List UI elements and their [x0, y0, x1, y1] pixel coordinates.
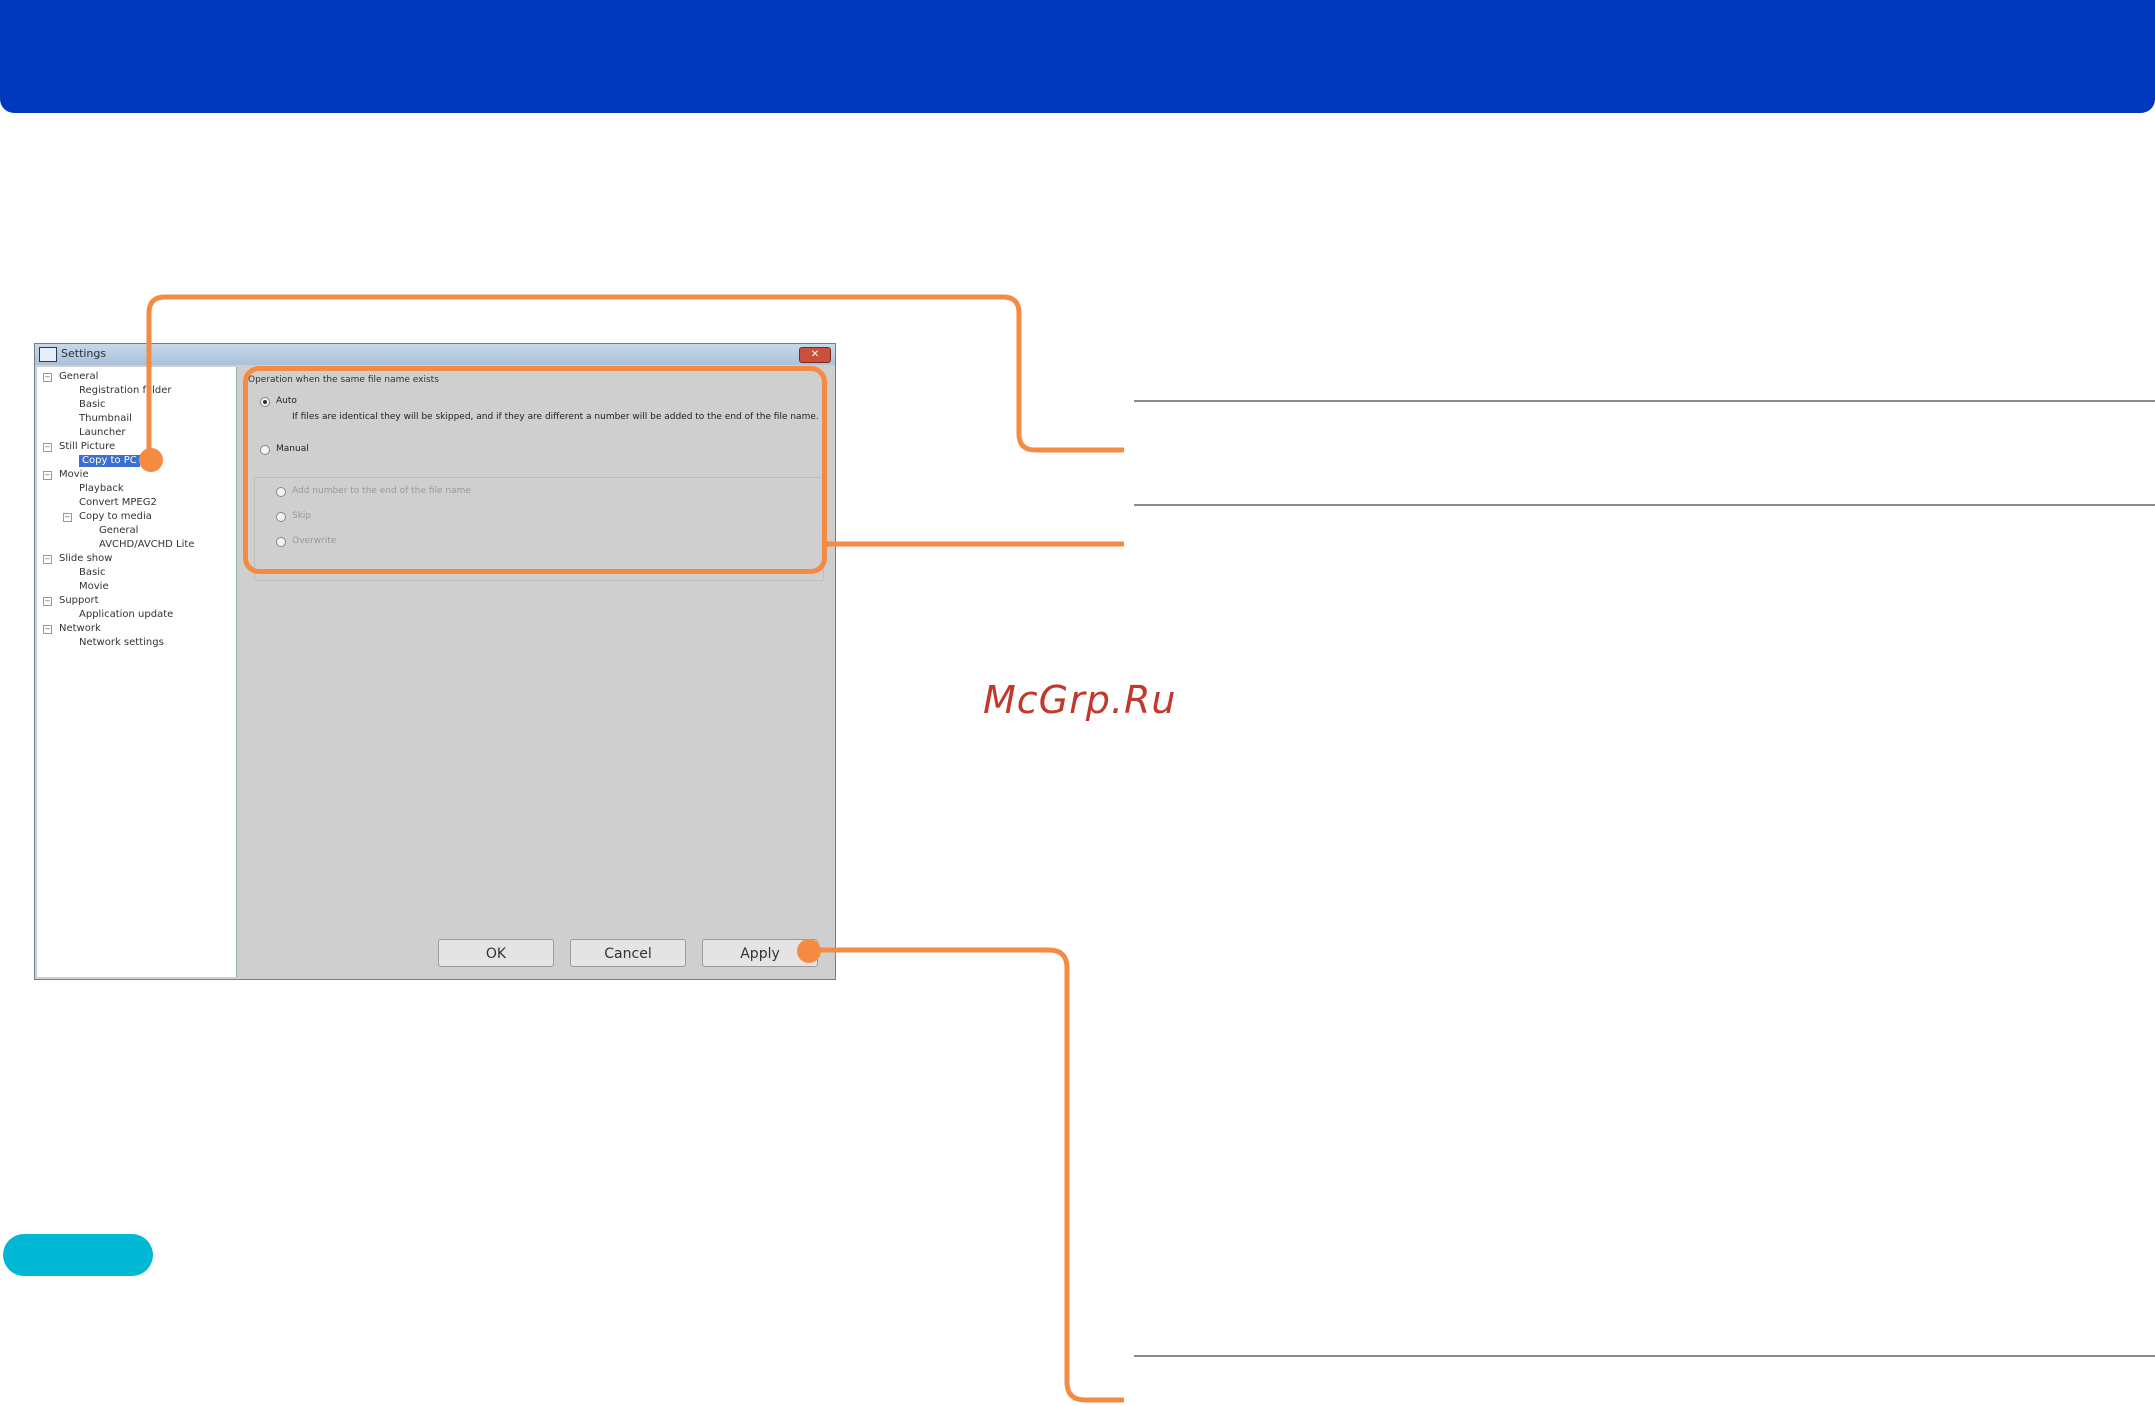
- rule-2: [1134, 504, 2155, 506]
- callout-dot-tree: [139, 448, 163, 472]
- callout-line-tree-top: [146, 294, 1124, 459]
- teal-pill-badge: [3, 1234, 153, 1276]
- rule-1: [1134, 400, 2155, 402]
- watermark: McGrp.Ru: [983, 678, 1177, 722]
- callout-dot-apply: [797, 939, 821, 963]
- callout-line-apply: [807, 947, 1124, 1403]
- rule-3: [1134, 1355, 2155, 1357]
